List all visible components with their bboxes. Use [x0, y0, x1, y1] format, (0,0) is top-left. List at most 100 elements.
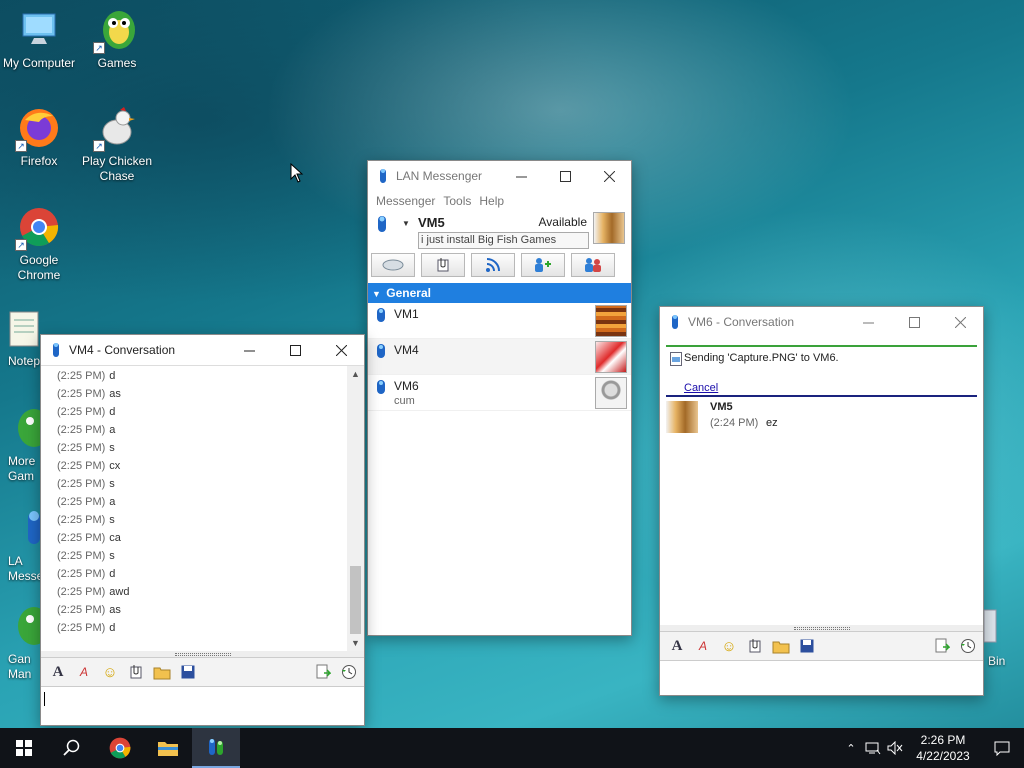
taskbar-lan-messenger[interactable] [192, 728, 240, 768]
desktop-icon-lan-messenger[interactable]: LA Messe [0, 506, 44, 584]
send-note-icon[interactable] [931, 635, 953, 657]
chicken-icon: ↗ [93, 106, 139, 152]
show-hidden-icons-icon[interactable]: ⌃ [840, 742, 862, 755]
maximize-button[interactable] [543, 161, 587, 191]
window-title: VM6 - Conversation [688, 315, 795, 329]
history-icon[interactable] [338, 661, 360, 683]
message-time: (2:25 PM) [57, 604, 106, 616]
desktop-icon-more-games[interactable]: More Gam [0, 406, 44, 484]
message-line: (2:25 PM) s [41, 439, 364, 457]
group-button[interactable] [571, 253, 615, 277]
history-icon[interactable] [957, 635, 979, 657]
maximize-button[interactable] [891, 307, 937, 337]
start-button[interactable] [0, 728, 48, 768]
font-color-icon[interactable]: A [73, 661, 95, 683]
title-bar[interactable]: LAN Messenger [368, 161, 631, 191]
user-avatar[interactable] [593, 212, 625, 244]
minimize-button[interactable] [226, 335, 272, 365]
contact-avatar [595, 341, 627, 373]
send-folder-icon[interactable] [151, 661, 173, 683]
search-button[interactable] [48, 728, 96, 768]
send-note-icon[interactable] [312, 661, 334, 683]
message-text: ca [109, 532, 121, 544]
desktop-icon-label: Google Chrome [17, 253, 61, 282]
minimize-button[interactable] [845, 307, 891, 337]
taskbar-file-explorer[interactable] [144, 728, 192, 768]
close-button[interactable] [587, 161, 631, 191]
desktop-icon-firefox[interactable]: ↗ Firefox [0, 106, 78, 169]
cancel-transfer-link[interactable]: Cancel [684, 382, 718, 394]
user-status[interactable]: Available [539, 215, 587, 229]
desktop-icon-chicken-chase[interactable]: ↗ Play Chicken Chase [78, 106, 156, 184]
status-note-field[interactable]: i just install Big Fish Games [418, 232, 589, 249]
contact-vm4[interactable]: VM4 [368, 339, 631, 375]
status-dropdown-arrow-icon[interactable]: ▼ [402, 219, 410, 228]
clock[interactable]: 2:26 PM 4/22/2023 [906, 732, 980, 764]
message-time: (2:25 PM) [57, 478, 106, 490]
message-time: (2:25 PM) [57, 406, 106, 418]
lan-messenger-window[interactable]: LAN Messenger Messenger Tools Help ▼ VM5… [367, 160, 632, 636]
message-input[interactable] [660, 661, 983, 695]
vm6-conversation-window[interactable]: VM6 - Conversation Sending 'Capture.PNG'… [659, 306, 984, 696]
message-history[interactable]: Sending 'Capture.PNG' to VM6. Cancel VM5… [660, 337, 983, 625]
paperclip-icon [437, 258, 449, 272]
contact-name: VM4 [394, 343, 419, 357]
add-contact-button[interactable] [521, 253, 565, 277]
computer-icon [17, 8, 61, 52]
close-button[interactable] [318, 335, 364, 365]
network-icon[interactable] [862, 741, 884, 755]
save-icon[interactable] [796, 635, 818, 657]
shortcut-arrow-icon: ↗ [15, 239, 27, 251]
sender-avatar [666, 401, 698, 433]
message-text: as [109, 604, 121, 616]
close-button[interactable] [937, 307, 983, 337]
font-color-icon[interactable]: A [692, 635, 714, 657]
font-icon[interactable]: A [47, 661, 69, 683]
send-file-button[interactable] [421, 253, 465, 277]
menu-help[interactable]: Help [477, 193, 506, 209]
taskbar-chrome[interactable] [96, 728, 144, 768]
desktop-icon-game-manager[interactable]: Gan Man [0, 604, 44, 682]
message-line: (2:25 PM) awd [41, 583, 364, 601]
status-icon[interactable] [377, 215, 387, 233]
attach-file-icon[interactable] [125, 661, 147, 683]
message-time: (2:25 PM) [57, 460, 106, 472]
message-text: s [109, 514, 115, 526]
message-text: d [109, 622, 116, 634]
vm4-conversation-window[interactable]: VM4 - Conversation (2:25 PM) d (2:25 PM) as… [40, 334, 365, 726]
attach-file-icon[interactable] [744, 635, 766, 657]
desktop-icon-my-computer[interactable]: My Computer [0, 8, 78, 71]
scrollbar[interactable]: ▲ ▼ [347, 366, 364, 651]
notifications-icon[interactable] [980, 741, 1024, 756]
message-input[interactable] [41, 687, 364, 725]
send-folder-icon[interactable] [770, 635, 792, 657]
chrome-icon [109, 737, 131, 759]
scroll-down-arrow-icon[interactable]: ▼ [347, 635, 364, 651]
desktop-icon-games[interactable]: ↗ Games [78, 8, 156, 71]
minimize-button[interactable] [499, 161, 543, 191]
volume-muted-icon[interactable] [884, 741, 906, 755]
desktop-icon-recycle-bin[interactable]: Bin [984, 606, 1024, 669]
maximize-button[interactable] [272, 335, 318, 365]
smiley-icon[interactable]: ☺ [99, 661, 121, 683]
menu-messenger[interactable]: Messenger [374, 193, 437, 209]
contact-vm1[interactable]: VM1 [368, 303, 631, 339]
font-icon[interactable]: A [666, 635, 688, 657]
smiley-icon[interactable]: ☺ [718, 635, 740, 657]
message-history[interactable]: (2:25 PM) d (2:25 PM) as (2:25 PM) d (2:25 PM)… [41, 365, 364, 651]
scroll-up-arrow-icon[interactable]: ▲ [347, 366, 364, 383]
menu-tools[interactable]: Tools [441, 193, 473, 209]
group-header-general[interactable]: ▼ General [368, 283, 631, 303]
window-title: LAN Messenger [396, 169, 483, 183]
taskbar: ⌃ 2:26 PM 4/22/2023 [0, 728, 1024, 768]
broadcast-button[interactable] [371, 253, 415, 277]
feed-button[interactable] [471, 253, 515, 277]
title-bar[interactable]: VM6 - Conversation [660, 307, 983, 337]
message-line: (2:25 PM) s [41, 475, 364, 493]
scrollbar-thumb[interactable] [350, 566, 361, 634]
desktop-icon-label: Firefox [20, 154, 58, 168]
desktop-icon-chrome[interactable]: ↗ Google Chrome [0, 205, 78, 283]
save-icon[interactable] [177, 661, 199, 683]
contact-vm6[interactable]: VM6 cum [368, 375, 631, 411]
title-bar[interactable]: VM4 - Conversation [41, 335, 364, 365]
